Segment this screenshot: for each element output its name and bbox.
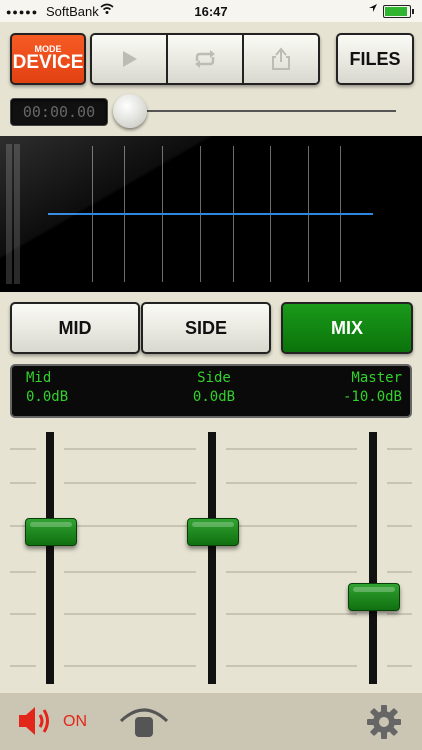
seek-track[interactable] [128,110,396,112]
fader-scale-tick [10,482,36,484]
side-fader-thumb[interactable] [187,517,239,546]
master-fader-track[interactable] [369,432,377,684]
fader-scale-tick [64,525,196,527]
mid-fader-track[interactable] [46,432,54,684]
mode-device-button[interactable]: MODE DEVICE [10,33,86,85]
mid-fader-thumb[interactable] [25,517,77,546]
fader-scale-tick [64,613,196,615]
fader-scale-tick [10,665,36,667]
fader-scale-tick [10,448,36,450]
share-icon [272,47,290,70]
mode-value: DEVICE [12,52,84,73]
fader-scale-tick [387,482,412,484]
seek-slider-knob[interactable] [113,94,147,128]
speaker-icon[interactable] [16,703,56,744]
share-button[interactable] [244,35,318,83]
time-display: 00:00.00 [10,98,108,126]
headset-mic-icon[interactable] [118,705,170,744]
side-level: Side 0.0dB [184,370,244,405]
master-level-value: -10.0dB [342,389,402,405]
fader-scale-tick [387,571,412,573]
fader-scale-tick [64,482,196,484]
repeat-icon [195,50,215,68]
fader-scale-tick [226,448,357,450]
side-button[interactable]: SIDE [141,302,271,354]
fader-scale-tick [10,613,36,615]
play-icon [123,51,137,67]
fader-scale-tick [226,665,357,667]
side-level-value: 0.0dB [192,389,236,405]
fader-panel [0,428,422,693]
battery-icon [383,5,414,18]
fader-scale-tick [10,571,36,573]
fader-scale-tick [226,525,357,527]
mid-level: Mid 0.0dB [26,370,68,405]
clock: 16:47 [194,4,228,19]
status-bar: ●●●●● SoftBank 16:47 [0,0,422,22]
fader-scale-tick [64,665,196,667]
level-readout: Mid 0.0dB Side 0.0dB Master -10.0dB [10,364,412,418]
fader-scale-tick [387,525,412,527]
fader-scale-tick [226,571,357,573]
fader-scale-tick [64,571,196,573]
bottom-bar: ON [0,693,422,750]
master-level: Master -10.0dB [343,370,402,405]
scope-glare [0,136,422,292]
fader-scale-tick [226,482,357,484]
fader-scale-tick [226,613,357,615]
waveform-scope [0,136,422,292]
master-level-label: Master [351,370,402,386]
files-button[interactable]: FILES [336,33,414,85]
fader-scale-tick [387,448,412,450]
fader-scale-tick [387,665,412,667]
mid-level-value: 0.0dB [26,389,69,405]
speaker-state: ON [63,713,87,730]
fader-scale-tick [64,448,196,450]
mid-button[interactable]: MID [10,302,140,354]
fader-scale-tick [387,613,412,615]
repeat-button[interactable] [168,35,244,83]
transport-toolbar [90,33,320,85]
location-icon [368,3,378,16]
master-fader-thumb[interactable] [348,583,400,612]
gear-icon[interactable] [364,702,404,747]
side-fader-track[interactable] [208,432,216,684]
play-button[interactable] [92,35,168,83]
mix-button[interactable]: MIX [281,302,413,354]
side-level-label: Side [197,370,231,386]
mid-level-label: Mid [26,370,52,386]
